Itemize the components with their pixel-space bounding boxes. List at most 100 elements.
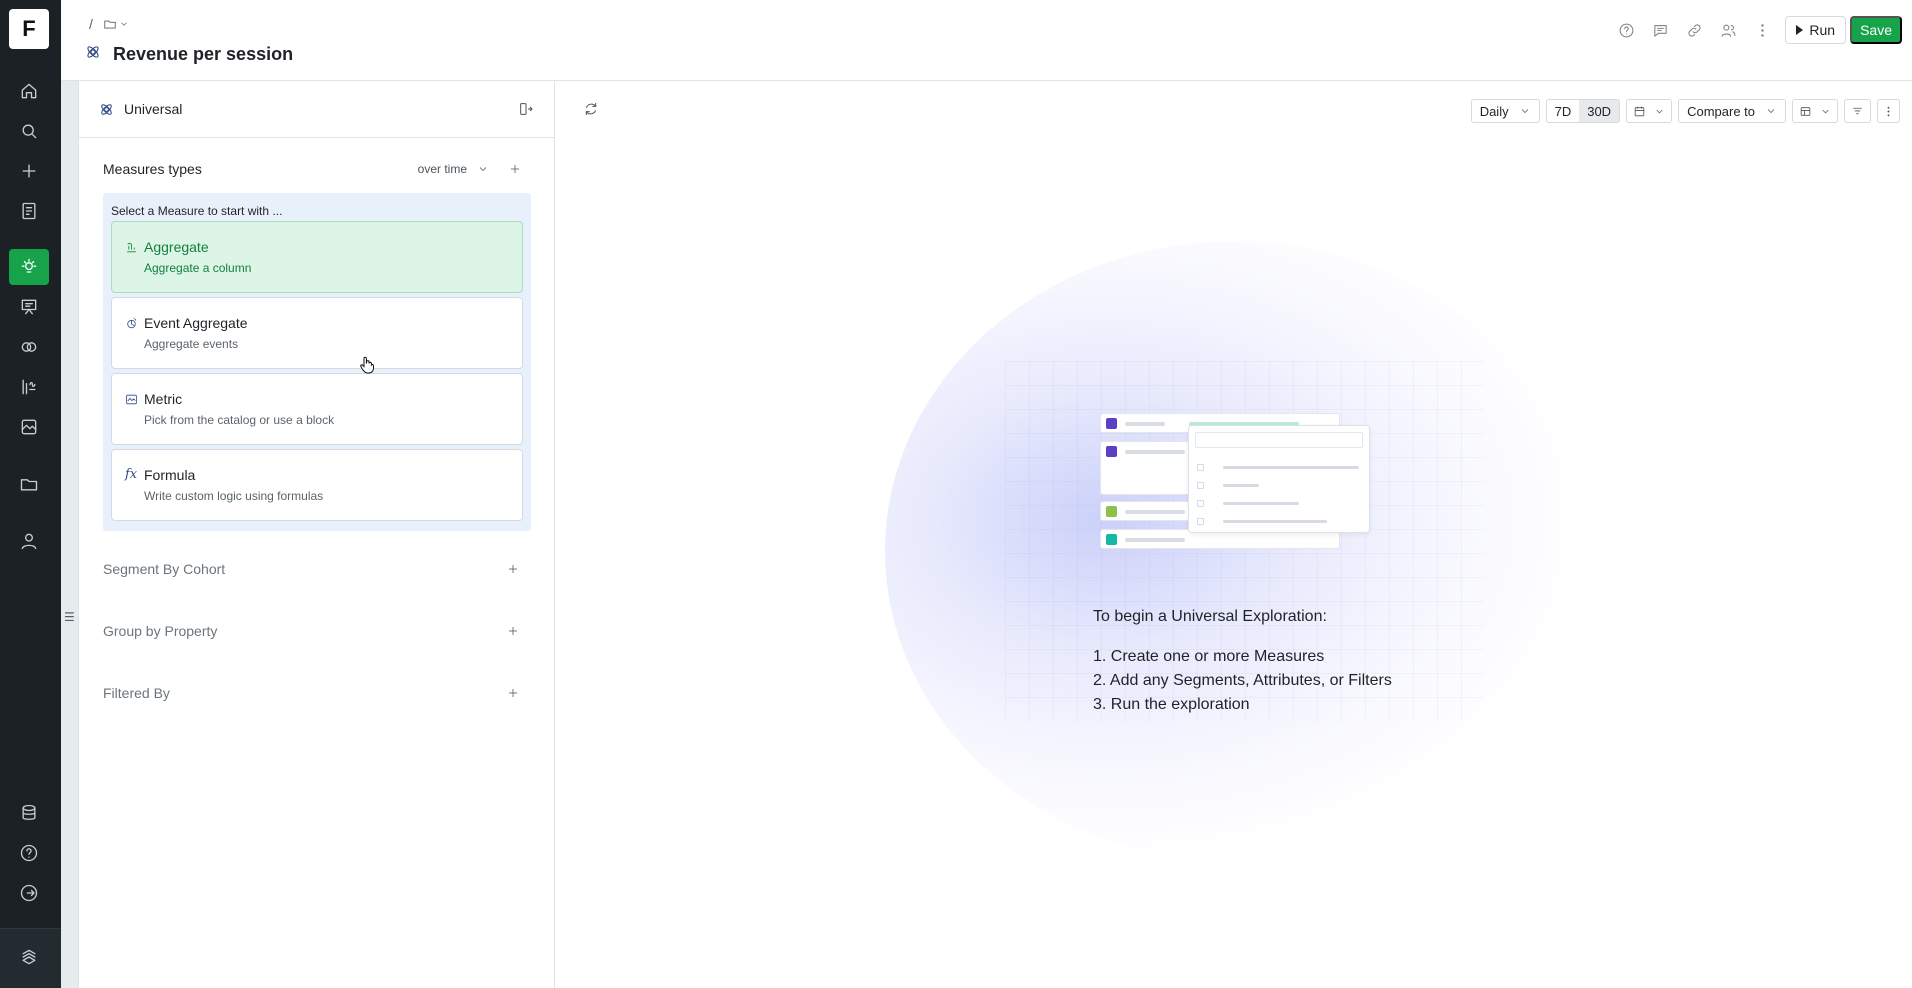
chevron-down-icon xyxy=(1767,109,1775,114)
mode-selector[interactable]: Universal xyxy=(99,101,182,117)
date-picker-button[interactable] xyxy=(1626,99,1673,123)
chevron-down-icon xyxy=(479,167,487,172)
folder-icon[interactable] xyxy=(9,466,49,502)
empty-state-step: 2. Add any Segments, Attributes, or Filt… xyxy=(1093,672,1392,689)
segment-by-cohort-section: Segment By Cohort xyxy=(103,561,531,577)
more-vertical-icon xyxy=(1887,106,1890,116)
brand-icon[interactable] xyxy=(9,939,49,975)
add-cohort-segment-button[interactable] xyxy=(507,563,519,575)
display-options-button[interactable] xyxy=(1844,99,1871,123)
chevron-down-icon xyxy=(1656,109,1663,113)
collapse-panel-icon[interactable] xyxy=(518,101,534,122)
empty-state-step: 1. Create one or more Measures xyxy=(1093,648,1325,665)
presentation-icon[interactable] xyxy=(9,289,49,325)
rail-footer xyxy=(0,928,61,988)
logout-icon[interactable] xyxy=(9,875,49,911)
add-measure-button[interactable] xyxy=(509,163,521,175)
app-rail: F xyxy=(0,0,61,988)
breadcrumb: / xyxy=(89,16,129,32)
fx-icon: fx xyxy=(125,465,137,483)
function-chart-icon[interactable] xyxy=(9,369,49,405)
section-title: Segment By Cohort xyxy=(103,561,226,577)
measure-card-event-aggregate[interactable]: Event Aggregate Aggregate events xyxy=(111,297,523,369)
panel-header: Universal xyxy=(79,81,554,138)
empty-state-title: To begin a Universal Exploration: xyxy=(1093,608,1327,625)
plus-icon xyxy=(509,627,517,635)
range-7d[interactable]: 7D xyxy=(1547,100,1580,122)
over-time-dropdown[interactable]: over time xyxy=(418,162,489,176)
compare-to-label: Compare to xyxy=(1687,103,1755,119)
exploration-canvas: Daily 7D 30D Compare to To begin a Unive… xyxy=(555,81,1912,988)
folder-icon xyxy=(104,20,116,29)
save-button[interactable]: Save xyxy=(1850,16,1902,44)
lightbulb-icon[interactable] xyxy=(9,249,49,285)
compare-to-dropdown[interactable]: Compare to xyxy=(1678,99,1786,123)
view-type-dropdown[interactable] xyxy=(1792,99,1838,123)
help-circle-icon[interactable] xyxy=(1609,16,1643,44)
plus-icon[interactable] xyxy=(9,153,49,189)
circles-icon[interactable] xyxy=(9,329,49,365)
card-title: Metric xyxy=(144,391,183,407)
page-header: / Revenue per session Run Save xyxy=(61,0,1912,81)
measures-header: Measures types over time xyxy=(103,161,533,177)
group-by-property-section: Group by Property xyxy=(103,623,531,639)
section-title: Filtered By xyxy=(103,685,170,701)
time-toolbar: Daily 7D 30D Compare to xyxy=(1470,99,1900,123)
play-icon xyxy=(1796,25,1804,35)
card-title: Aggregate xyxy=(144,239,209,255)
add-filter-button[interactable] xyxy=(507,687,519,699)
granularity-label: Daily xyxy=(1479,103,1509,119)
canvas-more-button[interactable] xyxy=(1877,99,1900,123)
filtered-by-section: Filtered By xyxy=(103,685,531,701)
app-logo[interactable]: F xyxy=(9,9,49,49)
section-title: Group by Property xyxy=(103,623,218,639)
user-icon[interactable] xyxy=(9,523,49,559)
metric-icon xyxy=(125,393,138,411)
chevron-down-icon xyxy=(121,22,127,26)
range-30d[interactable]: 30D xyxy=(1579,100,1620,122)
exploration-config-panel: Universal Measures types over time Selec… xyxy=(79,81,555,988)
measure-card-formula[interactable]: fx Formula Write custom logic using form… xyxy=(111,449,523,521)
chevron-down-icon xyxy=(1521,109,1528,114)
range-toggle: 7D 30D xyxy=(1545,99,1621,123)
universal-icon xyxy=(101,103,112,115)
mode-label: Universal xyxy=(124,101,183,117)
card-subtitle: Write custom logic using formulas xyxy=(144,489,324,503)
comment-icon[interactable] xyxy=(1643,16,1677,44)
refresh-icon[interactable] xyxy=(583,101,599,122)
empty-state-instructions: To begin a Universal Exploration: 1. Cre… xyxy=(1093,608,1392,717)
more-vertical-icon[interactable] xyxy=(1745,16,1779,44)
card-title: Formula xyxy=(144,467,196,483)
breadcrumb-separator: / xyxy=(89,16,93,32)
folder-dropdown[interactable] xyxy=(103,17,129,31)
secondary-sidebar: ☰ xyxy=(61,81,79,988)
illustration-popover xyxy=(1188,425,1370,533)
search-icon[interactable] xyxy=(9,113,49,149)
plus-icon xyxy=(509,689,517,697)
plus-icon xyxy=(511,165,519,173)
add-group-by-button[interactable] xyxy=(507,625,519,637)
aggregate-icon xyxy=(125,241,138,259)
event-aggregate-icon xyxy=(125,317,138,335)
help-icon[interactable] xyxy=(9,835,49,871)
plus-icon xyxy=(509,565,517,573)
measure-card-aggregate[interactable]: Aggregate Aggregate a column xyxy=(111,221,523,293)
link-icon[interactable] xyxy=(1677,16,1711,44)
fx-glyph: fx xyxy=(125,467,138,482)
granularity-dropdown[interactable]: Daily xyxy=(1470,99,1540,123)
over-time-label: over time xyxy=(417,162,467,176)
measure-card-metric[interactable]: Metric Pick from the catalog or use a bl… xyxy=(111,373,523,445)
page-title[interactable]: Revenue per session xyxy=(113,44,293,65)
run-button[interactable]: Run xyxy=(1785,16,1847,44)
table-icon xyxy=(1800,106,1811,116)
card-subtitle: Aggregate events xyxy=(144,337,239,351)
home-icon[interactable] xyxy=(9,73,49,109)
calendar-icon xyxy=(1634,106,1645,116)
empty-state-step: 3. Run the exploration xyxy=(1093,696,1250,713)
measures-title: Measures types xyxy=(103,161,202,177)
outline-toggle-icon[interactable]: ☰ xyxy=(64,610,75,624)
database-icon[interactable] xyxy=(9,795,49,831)
image-chart-icon[interactable] xyxy=(9,409,49,445)
share-users-icon[interactable] xyxy=(1711,16,1745,44)
notebook-icon[interactable] xyxy=(9,193,49,229)
